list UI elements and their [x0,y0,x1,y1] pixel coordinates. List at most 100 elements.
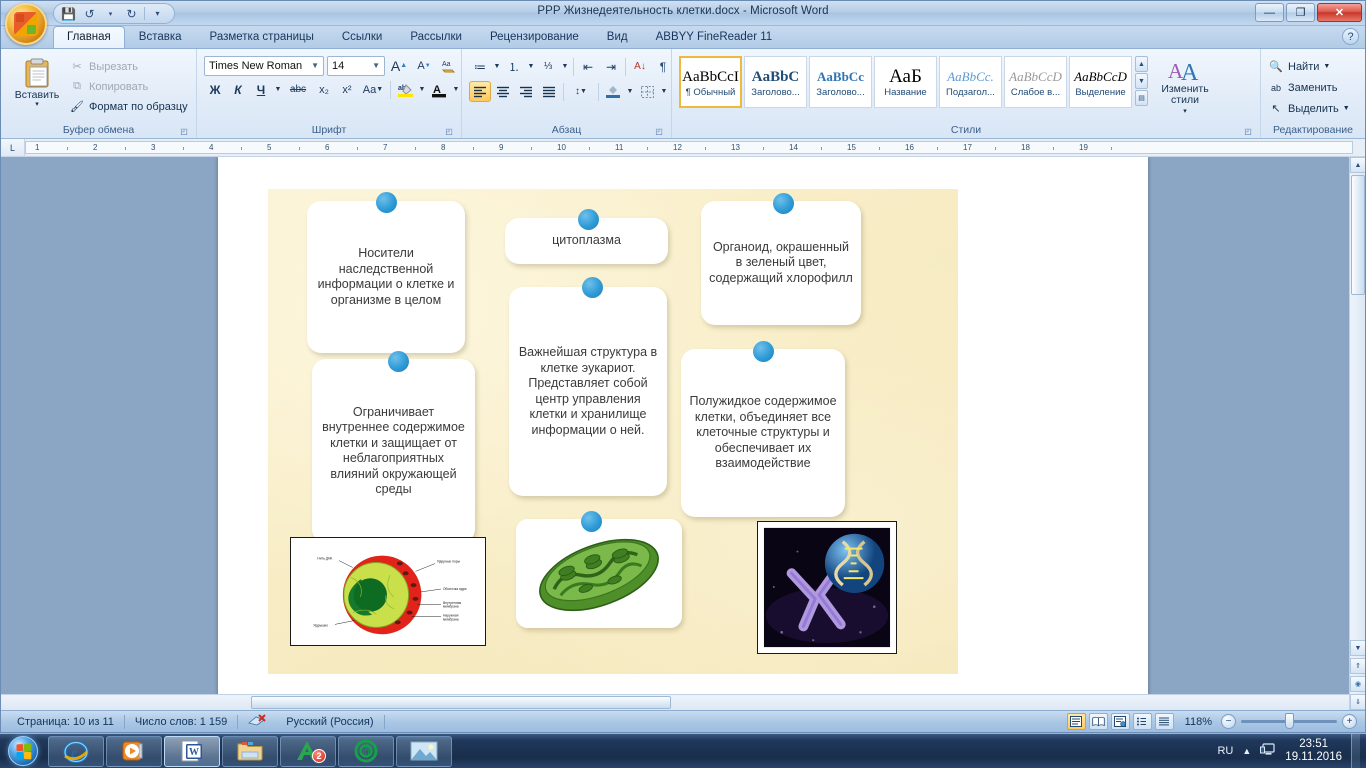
borders-button[interactable] [636,81,658,102]
tray-expand-icon[interactable]: ▲ [1242,746,1251,756]
borders-chevron-down-icon[interactable]: ▼ [659,81,669,102]
styles-more-button[interactable]: ▤ [1135,90,1148,106]
format-painter-button[interactable]: 🖌 Формат по образцу [69,97,188,116]
view-print-layout-button[interactable] [1066,713,1086,730]
previous-page-button[interactable]: ⇑ [1350,658,1365,674]
customize-qat-icon[interactable]: ▾ [149,5,166,22]
style-title[interactable]: АаБ Название [874,56,937,108]
change-styles-button[interactable]: A A Изменить стили ▾ [1157,56,1213,117]
clock[interactable]: 23:51 19.11.2016 [1285,738,1342,764]
highlight-chevron-down-icon[interactable]: ▼ [417,79,427,100]
language-indicator-tray[interactable]: RU [1217,745,1233,757]
redo-icon[interactable]: ↻ [123,5,140,22]
text-highlight-button[interactable]: ab [394,79,416,100]
restore-button[interactable]: ❐ [1286,3,1315,22]
copy-button[interactable]: ⧉ Копировать [69,77,188,96]
zoom-in-button[interactable]: + [1342,714,1357,729]
style-heading-2[interactable]: AaBbCc Заголово... [809,56,872,108]
change-case-button[interactable]: Aa ▼ [359,79,387,100]
paragraph-dialog-launcher[interactable]: ◰ [654,127,664,137]
diagram-canvas[interactable]: Носители наследственной информации о кле… [268,189,958,674]
save-icon[interactable]: 💾 [60,5,77,22]
language-indicator[interactable]: Русский (Россия) [276,716,383,728]
tab-stop-selector[interactable]: L [1,139,25,156]
view-outline-button[interactable] [1132,713,1152,730]
vertical-scrollbar[interactable]: ▲ ▼ ⇑ ◉ ⇓ [1349,157,1365,710]
shrink-font-button[interactable]: A ▼ [413,55,435,76]
find-chevron-down-icon[interactable]: ▼ [1323,63,1330,70]
align-center-button[interactable] [492,81,514,102]
numbering-chevron-down-icon[interactable]: ▼ [526,56,536,77]
zoom-knob[interactable] [1285,713,1294,729]
align-right-button[interactable] [515,81,537,102]
image-chromosome-dna[interactable] [757,521,897,654]
change-styles-chevron-down-icon[interactable]: ▾ [1183,106,1187,117]
align-left-button[interactable] [469,81,491,102]
box-nucleus[interactable]: Важнейшая структура в клетке эукариот. П… [509,287,667,496]
select-browse-object-button[interactable]: ◉ [1350,676,1365,692]
cut-button[interactable]: ✂ Вырезать [69,57,188,76]
view-draft-button[interactable] [1154,713,1174,730]
help-icon[interactable]: ? [1342,28,1359,45]
taskbar-abbyy-finereader[interactable]: 2 [280,735,336,767]
next-page-button[interactable]: ⇓ [1350,694,1365,710]
word-count[interactable]: Число слов: 1 159 [125,716,237,728]
line-spacing-button[interactable]: ↕ ▼ [567,81,595,102]
taskbar-internet-explorer[interactable]: e [48,735,104,767]
tab-abbyy-finereader[interactable]: ABBYY FineReader 11 [642,26,787,48]
taskbar-microsoft-word[interactable]: W [164,735,220,767]
style-normal[interactable]: AaBbCcI ¶ Обычный [679,56,742,108]
styles-dialog-launcher[interactable]: ◰ [1243,127,1253,137]
tab-references[interactable]: Ссылки [328,26,397,48]
font-color-chevron-down-icon[interactable]: ▼ [451,79,461,100]
taskbar-media-player[interactable] [106,735,162,767]
scroll-down-button[interactable]: ▼ [1350,640,1365,656]
zoom-track[interactable] [1241,713,1337,729]
style-subtitle[interactable]: AaBbCc. Подзагол... [939,56,1002,108]
scroll-up-button[interactable]: ▲ [1350,157,1365,173]
paste-button[interactable]: Вставить ▾ [14,56,60,108]
font-dialog-launcher[interactable]: ◰ [444,127,454,137]
superscript-button[interactable]: x² [336,79,358,100]
close-button[interactable]: ✕ [1317,3,1362,22]
vertical-scroll-thumb[interactable] [1351,175,1365,295]
clear-formatting-button[interactable]: Aa [438,55,460,76]
box-cytoplasm-definition[interactable]: Полужидкое содержимое клетки, объединяет… [681,349,845,517]
bullets-button[interactable]: ≔ [469,56,491,77]
horizontal-scrollbar[interactable] [1,694,1349,710]
decrease-indent-button[interactable]: ⇤ [577,56,599,77]
proofing-status-icon[interactable] [238,713,276,730]
underline-button[interactable]: Ч [250,79,272,100]
document-page[interactable]: Носители наследственной информации о кле… [218,157,1148,710]
tab-page-layout[interactable]: Разметка страницы [196,26,328,48]
undo-icon[interactable]: ↺ [81,5,98,22]
multilevel-chevron-down-icon[interactable]: ▼ [560,56,570,77]
box-chloroplast[interactable]: Органоид, окрашенный в зеленый цвет, сод… [701,201,861,325]
view-web-layout-button[interactable] [1110,713,1130,730]
horizontal-scroll-thumb[interactable] [251,696,671,709]
italic-button[interactable]: К [227,79,249,100]
multilevel-list-button[interactable]: ⅓ [537,56,559,77]
style-emphasis[interactable]: AaBbCcD Выделение [1069,56,1132,108]
office-button[interactable] [5,3,47,45]
network-icon[interactable] [1260,742,1276,760]
font-color-button[interactable]: A [428,79,450,100]
start-button[interactable] [0,734,46,768]
replace-button[interactable]: ab Заменить [1268,78,1337,97]
view-full-screen-reading-button[interactable] [1088,713,1108,730]
page-indicator[interactable]: Страница: 10 из 11 [7,716,124,728]
select-button[interactable]: ↖ Выделить ▼ [1268,99,1349,118]
underline-chevron-down-icon[interactable]: ▼ [273,79,283,100]
styles-scroll-up-button[interactable]: ▲ [1135,56,1148,72]
subscript-button[interactable]: x₂ [313,79,335,100]
styles-scroll-down-button[interactable]: ▼ [1135,73,1148,89]
grow-font-button[interactable]: A ▲ [388,55,410,76]
horizontal-ruler[interactable]: 1 2 3 4 5 6 7 8 9 10 11 12 13 14 15 16 17 18 19 [25,141,1353,154]
undo-dropdown-icon[interactable]: ▾ [102,5,119,22]
show-desktop-button[interactable] [1351,733,1360,768]
numbering-button[interactable]: ⒈ [503,56,525,77]
font-name-combo[interactable]: Times New Roman ▼ [204,55,324,76]
minimize-button[interactable]: — [1255,3,1284,22]
zoom-out-button[interactable]: − [1221,714,1236,729]
tab-insert[interactable]: Вставка [125,26,196,48]
